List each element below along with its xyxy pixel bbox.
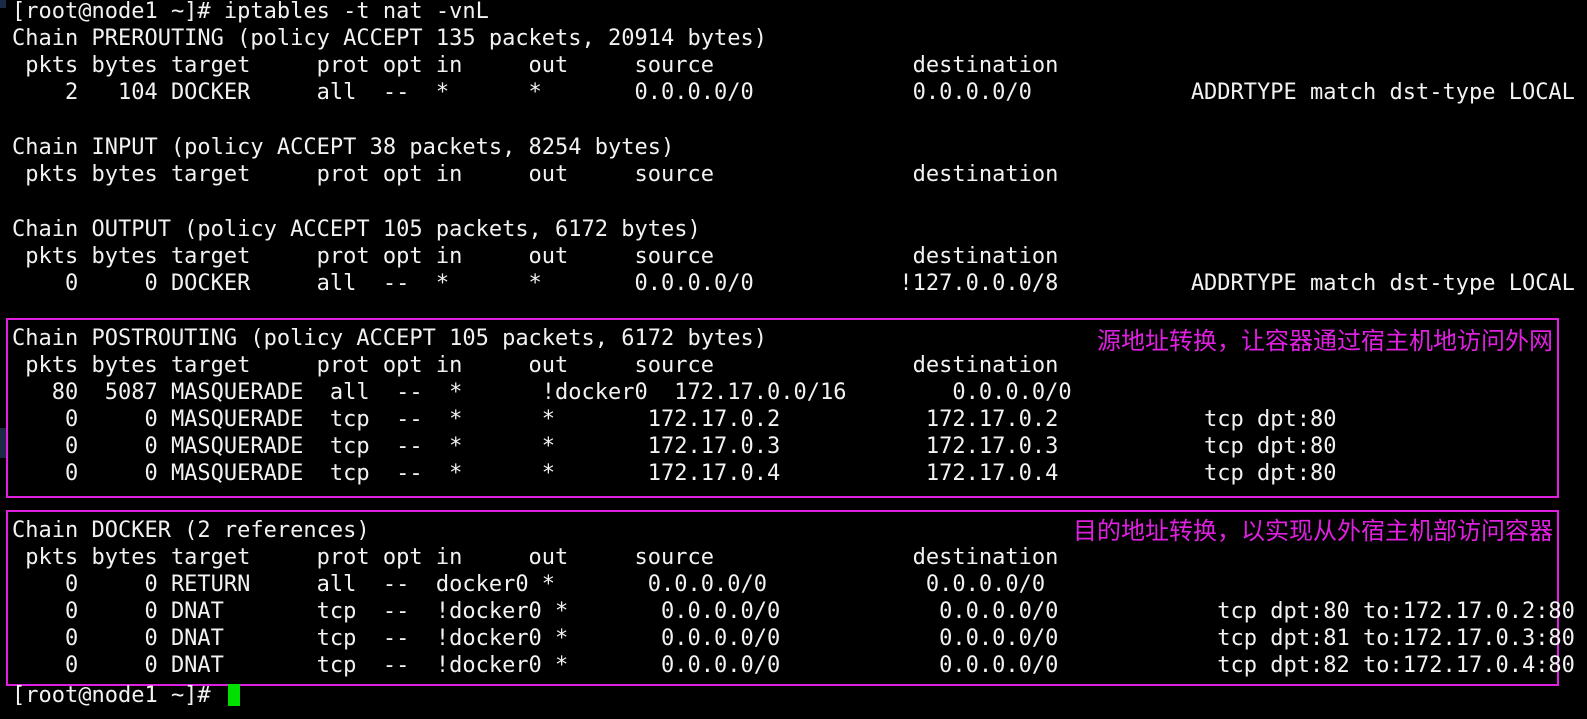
rule-row: 0 0 DNAT tcp -- !docker0 * 0.0.0.0/0 0.0…: [12, 599, 1575, 624]
table-header: pkts bytes target prot opt in out source…: [12, 162, 1178, 187]
rule-row: 0 0 MASQUERADE tcp -- * * 172.17.0.3 172…: [12, 434, 1337, 459]
rule-row: 80 5087 MASQUERADE all -- * !docker0 172…: [12, 380, 1218, 405]
table-header: pkts bytes target prot opt in out source…: [12, 353, 1178, 378]
docker-annotation: 目的地址转换，以实现从外宿主机部访问容器: [1073, 517, 1553, 545]
chain-header-postrouting: Chain POSTROUTING (policy ACCEPT 105 pac…: [12, 326, 767, 351]
chain-header-docker: Chain DOCKER (2 references): [12, 518, 370, 543]
command-line: [root@node1 ~]# iptables -t nat -vnL: [12, 0, 489, 24]
table-header: pkts bytes target prot opt in out source…: [12, 53, 1178, 78]
rule-row: 0 0 RETURN all -- docker0 * 0.0.0.0/0 0.…: [12, 572, 1191, 597]
rule-row: 0 0 DOCKER all -- * * 0.0.0.0/0 !127.0.0…: [12, 271, 1575, 296]
table-header: pkts bytes target prot opt in out source…: [12, 244, 1178, 269]
rule-row: 0 0 MASQUERADE tcp -- * * 172.17.0.4 172…: [12, 461, 1337, 486]
rule-row: 0 0 DNAT tcp -- !docker0 * 0.0.0.0/0 0.0…: [12, 653, 1575, 678]
chain-header-prerouting: Chain PREROUTING (policy ACCEPT 135 pack…: [12, 26, 767, 51]
terminal-window[interactable]: [root@node1 ~]# iptables -t nat -vnL Cha…: [0, 0, 1587, 719]
prompt-text: [root@node1 ~]#: [12, 683, 224, 708]
chain-header-output: Chain OUTPUT (policy ACCEPT 105 packets,…: [12, 217, 701, 242]
text-cursor: [227, 684, 240, 706]
rule-row: 0 0 MASQUERADE tcp -- * * 172.17.0.2 172…: [12, 407, 1337, 432]
table-header: pkts bytes target prot opt in out source…: [12, 545, 1178, 570]
rule-row: 0 0 DNAT tcp -- !docker0 * 0.0.0.0/0 0.0…: [12, 626, 1575, 651]
chain-header-input: Chain INPUT (policy ACCEPT 38 packets, 8…: [12, 135, 675, 160]
window-edge: [0, 0, 6, 8]
postrouting-annotation: 源地址转换，让容器通过宿主机地访问外网: [1097, 327, 1553, 355]
prompt-line[interactable]: [root@node1 ~]#: [12, 682, 240, 709]
rule-row: 2 104 DOCKER all -- * * 0.0.0.0/0 0.0.0.…: [12, 80, 1575, 105]
